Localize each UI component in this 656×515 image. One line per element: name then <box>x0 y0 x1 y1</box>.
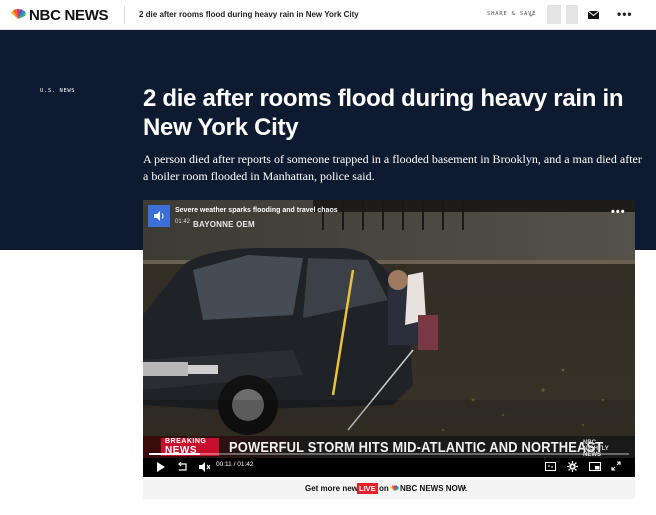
live-badge: LIVE <box>357 483 378 494</box>
nbc-peacock-logo-icon[interactable] <box>10 9 26 20</box>
nav-article-title: 2 die after rooms flood during heavy rai… <box>139 10 359 19</box>
video-overlay-title[interactable]: Severe weather sparks flooding and trave… <box>175 207 338 214</box>
more-options-icon[interactable]: ••• <box>617 7 633 21</box>
nightly-news-logo: NBC NIGHTLY NEWS <box>583 440 609 458</box>
breaking-tag-top: BREAKING <box>165 438 207 445</box>
closed-captions-icon[interactable] <box>545 462 556 471</box>
settings-gear-icon[interactable] <box>567 461 578 472</box>
share-placeholder-button[interactable] <box>547 5 561 24</box>
video-player[interactable]: Severe weather sparks flooding and trave… <box>143 200 635 477</box>
volume-mute-button[interactable] <box>148 205 170 227</box>
chevron-down-icon[interactable] <box>528 12 534 18</box>
fullscreen-icon[interactable] <box>611 461 621 471</box>
video-location-caption: BAYONNE OEM <box>193 220 255 229</box>
speaker-icon <box>154 211 164 221</box>
get-more-news-banner[interactable]: Get more news LIVE on NBC NEWS NOW. › <box>143 478 635 499</box>
picture-in-picture-icon[interactable] <box>589 462 601 471</box>
article-headline: 2 die after rooms flood during heavy rai… <box>143 85 624 141</box>
video-more-options-icon[interactable]: ••• <box>611 206 626 218</box>
nbc-news-brand[interactable]: NBC NEWS <box>29 7 109 24</box>
save-placeholder-button[interactable] <box>566 5 578 24</box>
section-label[interactable]: U.S. NEWS <box>40 88 75 94</box>
video-duration-badge: 01:42 <box>175 219 191 225</box>
volume-muted-icon[interactable] <box>199 462 211 472</box>
nbc-news-now-label: NBC NEWS NOW. <box>400 484 468 493</box>
progress-track[interactable] <box>149 453 629 455</box>
top-navigation-bar: NBC NEWS 2 die after rooms flood during … <box>0 0 656 30</box>
more-news-prefix: Get more news <box>305 484 363 493</box>
play-icon[interactable] <box>156 462 166 472</box>
more-news-on: on <box>379 484 389 493</box>
time-separator: / <box>233 461 236 468</box>
replay-10-icon[interactable] <box>177 462 188 472</box>
total-time: 01:42 <box>237 461 254 468</box>
current-time: 00:11 <box>216 461 232 468</box>
video-time-display: 00:11 / 01:42 <box>216 461 254 468</box>
chevron-right-icon: › <box>463 482 467 493</box>
nbc-peacock-small-icon <box>390 485 399 492</box>
mail-icon[interactable] <box>588 11 599 19</box>
progress-fill <box>149 453 201 455</box>
nav-divider <box>124 6 125 24</box>
article-dek: A person died after reports of someone t… <box>143 152 642 183</box>
